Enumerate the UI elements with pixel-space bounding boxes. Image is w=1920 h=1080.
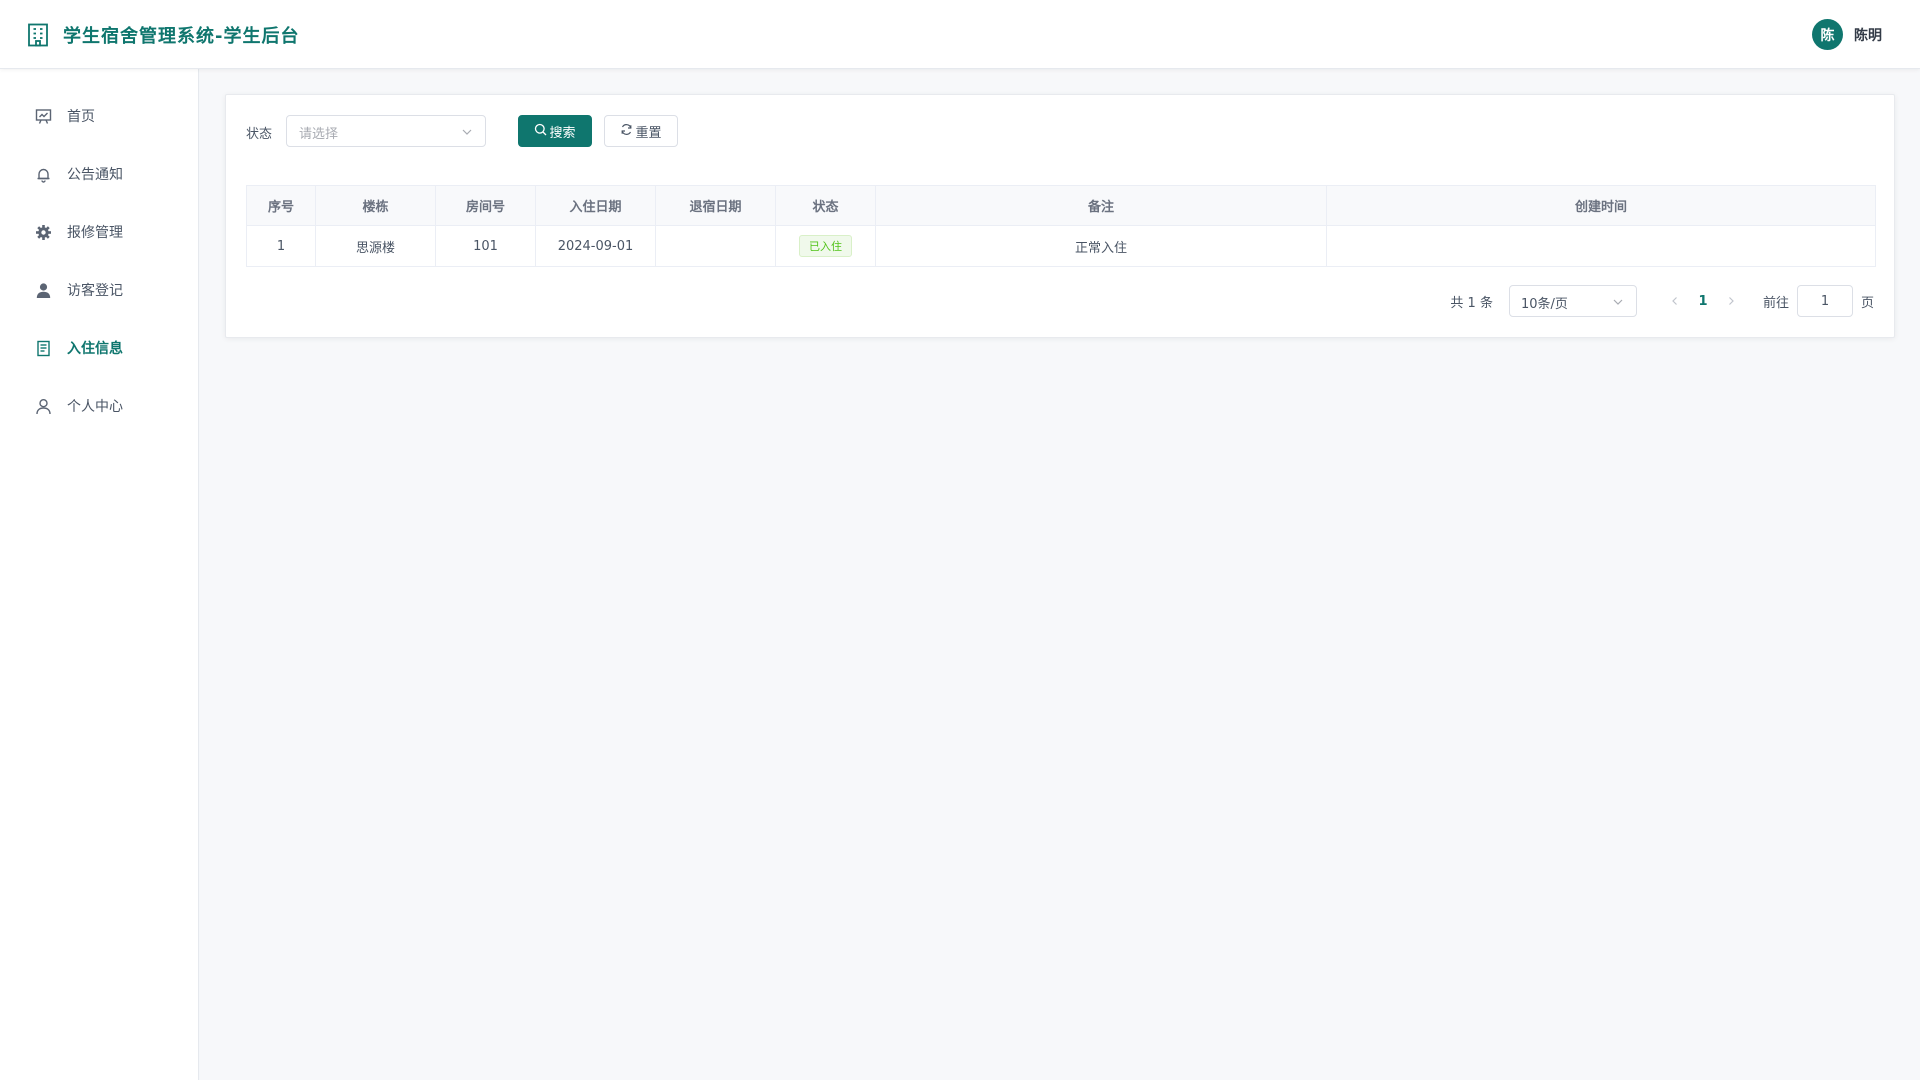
chevron-right-icon <box>1729 297 1734 305</box>
cell-building: 思源楼 <box>315 225 436 267</box>
sidebar-item-repairs[interactable]: 报修管理 <box>0 203 199 261</box>
goto-page-input[interactable] <box>1796 285 1853 317</box>
sidebar-item-label: 个人中心 <box>67 399 123 415</box>
chevron-down-icon <box>1612 296 1624 308</box>
sidebar-item-notices[interactable]: 公告通知 <box>0 145 199 203</box>
status-select[interactable]: 请选择 <box>286 115 486 147</box>
pagination-total: 共 1 条 <box>1450 295 1493 311</box>
sidebar-item-label: 入住信息 <box>67 341 123 357</box>
next-page-button[interactable] <box>1717 285 1745 317</box>
search-button-label: 搜索 <box>549 125 576 141</box>
reset-button[interactable]: 重置 <box>604 115 678 147</box>
table-row: 1 思源楼 101 2024-09-01 已入住 正常入住 <box>246 225 1876 267</box>
sidebar-item-profile[interactable]: 个人中心 <box>0 377 199 435</box>
sidebar-item-visitors[interactable]: 访客登记 <box>0 261 199 319</box>
search-button[interactable]: 搜索 <box>518 115 592 147</box>
search-icon <box>534 123 549 140</box>
bell-icon <box>34 165 52 183</box>
cell-checkout-date <box>655 225 776 267</box>
sidebar: 首页 公告通知 报修管理 访客登记 入住信息 个人中心 <box>0 69 199 1080</box>
cell-room: 101 <box>435 225 536 267</box>
column-header-building: 楼栋 <box>315 185 436 226</box>
user-outline-icon <box>34 397 52 415</box>
sidebar-item-label: 首页 <box>67 109 95 125</box>
page-size-select[interactable]: 10条/页 <box>1508 285 1637 317</box>
refresh-icon <box>620 123 635 140</box>
username[interactable]: 陈明 <box>1854 25 1882 45</box>
column-header-created-at: 创建时间 <box>1326 185 1876 226</box>
sidebar-item-label: 报修管理 <box>67 225 123 241</box>
cell-created-at <box>1326 225 1876 267</box>
page-suffix: 页 <box>1860 295 1874 311</box>
table-header-row: 序号 楼栋 房间号 入住日期 退宿日期 状态 备注 创建时间 <box>246 185 1876 226</box>
cell-index: 1 <box>246 225 316 267</box>
main-content: 状态 请选择 搜索 重置 序号 楼栋 房间号 入住日期 退宿日期 状态 备注 创… <box>200 69 1920 1080</box>
column-header-checkin-date: 入住日期 <box>535 185 656 226</box>
pagination: 共 1 条 10条/页 1 前往 页 <box>1450 285 1874 317</box>
column-header-checkout-date: 退宿日期 <box>655 185 776 226</box>
gear-icon <box>34 223 52 241</box>
chevron-down-icon <box>461 126 473 138</box>
building-icon <box>27 23 49 47</box>
column-header-index: 序号 <box>246 185 316 226</box>
checkin-card: 状态 请选择 搜索 重置 序号 楼栋 房间号 入住日期 退宿日期 状态 备注 创… <box>225 94 1895 338</box>
cell-checkin-date: 2024-09-01 <box>535 225 656 267</box>
sidebar-item-label: 公告通知 <box>67 167 123 183</box>
chevron-left-icon <box>1672 297 1677 305</box>
page-size-value: 10条/页 <box>1520 297 1568 312</box>
cell-status: 已入住 <box>775 225 876 267</box>
sidebar-item-checkin-info[interactable]: 入住信息 <box>0 319 199 377</box>
column-header-status: 状态 <box>775 185 876 226</box>
document-icon <box>34 339 52 357</box>
page-number[interactable]: 1 <box>1689 285 1717 317</box>
column-header-remark: 备注 <box>875 185 1327 226</box>
status-badge: 已入住 <box>799 235 852 257</box>
column-header-room: 房间号 <box>435 185 536 226</box>
app-title: 学生宿舍管理系统-学生后台 <box>63 26 300 47</box>
status-select-placeholder: 请选择 <box>299 127 339 142</box>
presentation-icon <box>34 107 52 125</box>
checkin-table: 序号 楼栋 房间号 入住日期 退宿日期 状态 备注 创建时间 1 思源楼 101… <box>246 185 1876 267</box>
sidebar-item-label: 访客登记 <box>67 283 123 299</box>
avatar[interactable]: 陈 <box>1812 19 1843 50</box>
user-filled-icon <box>34 281 52 299</box>
cell-remark: 正常入住 <box>875 225 1327 267</box>
sidebar-item-home[interactable]: 首页 <box>0 87 199 145</box>
user-menu[interactable]: 陈 陈明 <box>1812 19 1882 50</box>
reset-button-label: 重置 <box>635 125 662 141</box>
prev-page-button[interactable] <box>1661 285 1689 317</box>
status-filter-label: 状态 <box>246 127 273 142</box>
brand: 学生宿舍管理系统-学生后台 <box>27 22 299 48</box>
goto-label: 前往 <box>1762 295 1789 311</box>
top-header: 学生宿舍管理系统-学生后台 陈 陈明 <box>0 0 1920 69</box>
